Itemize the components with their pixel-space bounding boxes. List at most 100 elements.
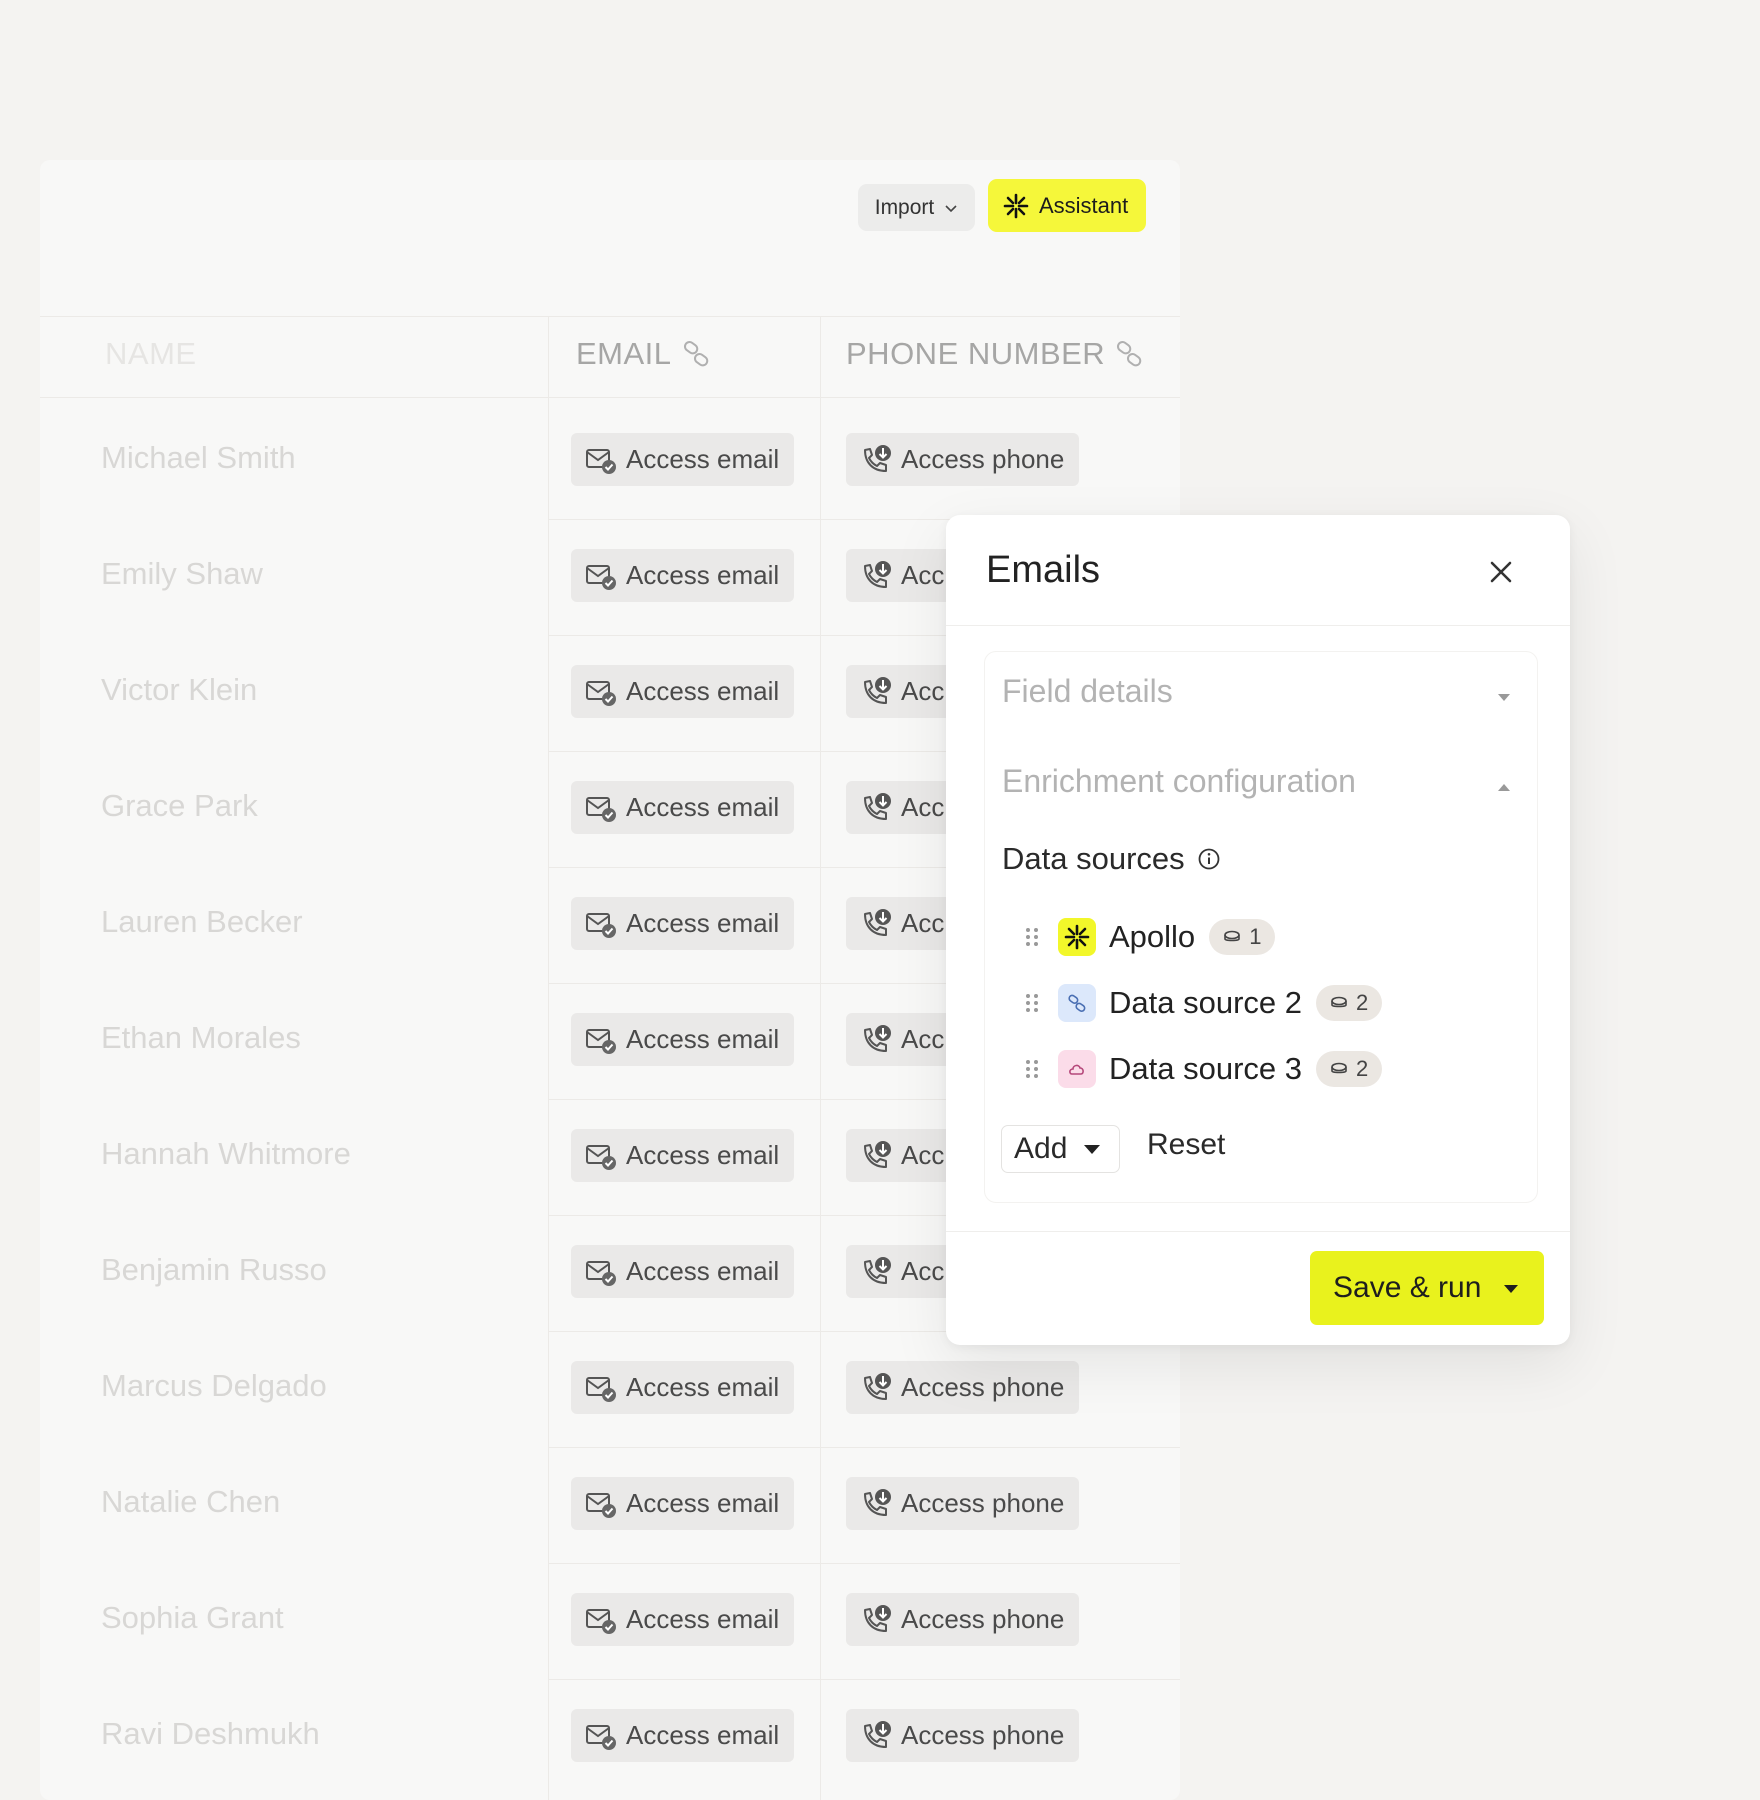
data-source-label: Apollo — [1109, 919, 1196, 954]
email-check-icon — [586, 1260, 616, 1286]
access-email-button[interactable]: Access email — [571, 897, 794, 950]
caret-up-icon — [1498, 784, 1510, 791]
chevron-down-icon — [945, 204, 957, 212]
access-phone-label: Acc — [901, 908, 945, 938]
drag-handle-icon[interactable] — [1022, 991, 1042, 1015]
email-check-icon — [586, 564, 616, 590]
table-row: Michael Smith Access email Access phone — [40, 404, 1180, 520]
header-divider — [40, 397, 1180, 398]
close-icon[interactable] — [1484, 555, 1518, 589]
coin-icon — [1331, 1062, 1347, 1074]
column-header-email[interactable]: EMAIL — [576, 336, 712, 372]
apollo-asterisk-icon — [1058, 918, 1096, 956]
column-header-phone[interactable]: PHONE NUMBER — [846, 336, 1145, 372]
email-check-icon — [586, 448, 616, 474]
access-email-button[interactable]: Access email — [571, 549, 794, 602]
access-email-button[interactable]: Access email — [571, 1593, 794, 1646]
assistant-label: Assistant — [1039, 192, 1129, 218]
info-icon[interactable] — [1197, 847, 1221, 871]
email-check-icon — [586, 796, 616, 822]
access-phone-label: Access phone — [901, 1488, 1065, 1518]
access-email-button[interactable]: Access email — [571, 1361, 794, 1414]
access-phone-button[interactable]: Access phone — [846, 1709, 1079, 1762]
access-email-label: Access email — [626, 1140, 780, 1170]
access-phone-label: Access phone — [901, 1604, 1065, 1634]
email-check-icon — [586, 912, 616, 938]
email-check-icon — [586, 1724, 616, 1750]
contact-name: Grace Park — [101, 788, 258, 823]
access-email-button[interactable]: Access email — [571, 1013, 794, 1066]
column-header-name[interactable]: NAME — [105, 336, 197, 372]
phone-download-icon — [864, 676, 891, 704]
access-email-button[interactable]: Access email — [571, 433, 794, 486]
access-email-button[interactable]: Access email — [571, 665, 794, 718]
add-source-button[interactable]: Add — [1001, 1125, 1120, 1173]
email-check-icon — [586, 680, 616, 706]
access-phone-button[interactable]: Access phone — [846, 1593, 1079, 1646]
access-email-label: Access email — [626, 1256, 780, 1286]
access-email-label: Access email — [626, 792, 780, 822]
field-details-section[interactable]: Field details — [1002, 673, 1512, 723]
phone-download-icon — [864, 1488, 891, 1516]
assistant-button[interactable]: Assistant — [988, 179, 1146, 232]
access-phone-label: Acc — [901, 1256, 945, 1286]
drag-handle-icon[interactable] — [1022, 1057, 1042, 1081]
access-email-label: Access email — [626, 1720, 780, 1750]
credit-count: 1 — [1249, 924, 1262, 949]
contact-name: Benjamin Russo — [101, 1252, 327, 1287]
import-button[interactable]: Import — [858, 184, 975, 231]
enrichment-link-icon — [1117, 341, 1142, 367]
access-phone-button[interactable]: Access phone — [846, 433, 1079, 486]
data-source-item[interactable]: Data source 3 2 — [1022, 1045, 1383, 1093]
access-phone-label: Acc — [901, 792, 945, 822]
data-source-item[interactable]: Apollo 1 — [1022, 913, 1276, 961]
header-divider — [40, 316, 1180, 317]
email-check-icon — [586, 1376, 616, 1402]
contact-name: Hannah Whitmore — [101, 1136, 351, 1171]
access-phone-label: Acc — [901, 560, 945, 590]
email-check-icon — [586, 1608, 616, 1634]
contact-name: Lauren Becker — [101, 904, 303, 939]
contact-name: Natalie Chen — [101, 1484, 281, 1519]
access-phone-label: Acc — [901, 1024, 945, 1054]
enrichment-configuration-section[interactable]: Enrichment configuration — [1002, 763, 1512, 813]
access-email-label: Access email — [626, 908, 780, 938]
contact-name: Emily Shaw — [101, 556, 263, 591]
access-email-button[interactable]: Access email — [571, 1129, 794, 1182]
credit-count: 2 — [1356, 990, 1369, 1015]
save-and-run-button[interactable]: Save & run — [1310, 1251, 1544, 1325]
access-phone-label: Acc — [901, 676, 945, 706]
reset-button[interactable]: Reset — [1147, 1128, 1225, 1162]
table-toolbar: Import Assistant — [40, 160, 1180, 316]
coin-icon — [1224, 930, 1240, 942]
phone-download-icon — [864, 1256, 891, 1284]
coin-icon — [1331, 996, 1347, 1008]
access-email-button[interactable]: Access email — [571, 1245, 794, 1298]
access-email-label: Access email — [626, 444, 780, 474]
phone-download-icon — [864, 444, 891, 472]
table-row: Sophia Grant Access email Access phone — [40, 1564, 1180, 1680]
email-check-icon — [586, 1028, 616, 1054]
table-row: Marcus Delgado Access email Access phone — [40, 1332, 1180, 1448]
enrichment-link-icon — [683, 341, 708, 367]
access-phone-button[interactable]: Access phone — [846, 1361, 1079, 1414]
contact-name: Ethan Morales — [101, 1020, 301, 1055]
access-phone-label: Access phone — [901, 1720, 1065, 1750]
access-phone-label: Acc — [901, 1140, 945, 1170]
phone-download-icon — [864, 792, 891, 820]
phone-download-icon — [864, 908, 891, 936]
access-email-button[interactable]: Access email — [571, 1709, 794, 1762]
emails-config-panel: Emails Field details Enrichment configur… — [946, 515, 1570, 1345]
access-email-button[interactable]: Access email — [571, 781, 794, 834]
data-source-label: Data source 2 — [1109, 985, 1302, 1020]
table-row: Ravi Deshmukh Access email Access phone — [40, 1680, 1180, 1796]
data-source-item[interactable]: Data source 2 2 — [1022, 979, 1383, 1027]
access-email-button[interactable]: Access email — [571, 1477, 794, 1530]
contact-name: Victor Klein — [101, 672, 258, 707]
access-email-label: Access email — [626, 676, 780, 706]
access-phone-button[interactable]: Access phone — [846, 1477, 1079, 1530]
caret-down-icon[interactable] — [1503, 1283, 1519, 1294]
phone-download-icon — [864, 1024, 891, 1052]
access-email-label: Access email — [626, 1372, 780, 1402]
drag-handle-icon[interactable] — [1022, 925, 1042, 949]
